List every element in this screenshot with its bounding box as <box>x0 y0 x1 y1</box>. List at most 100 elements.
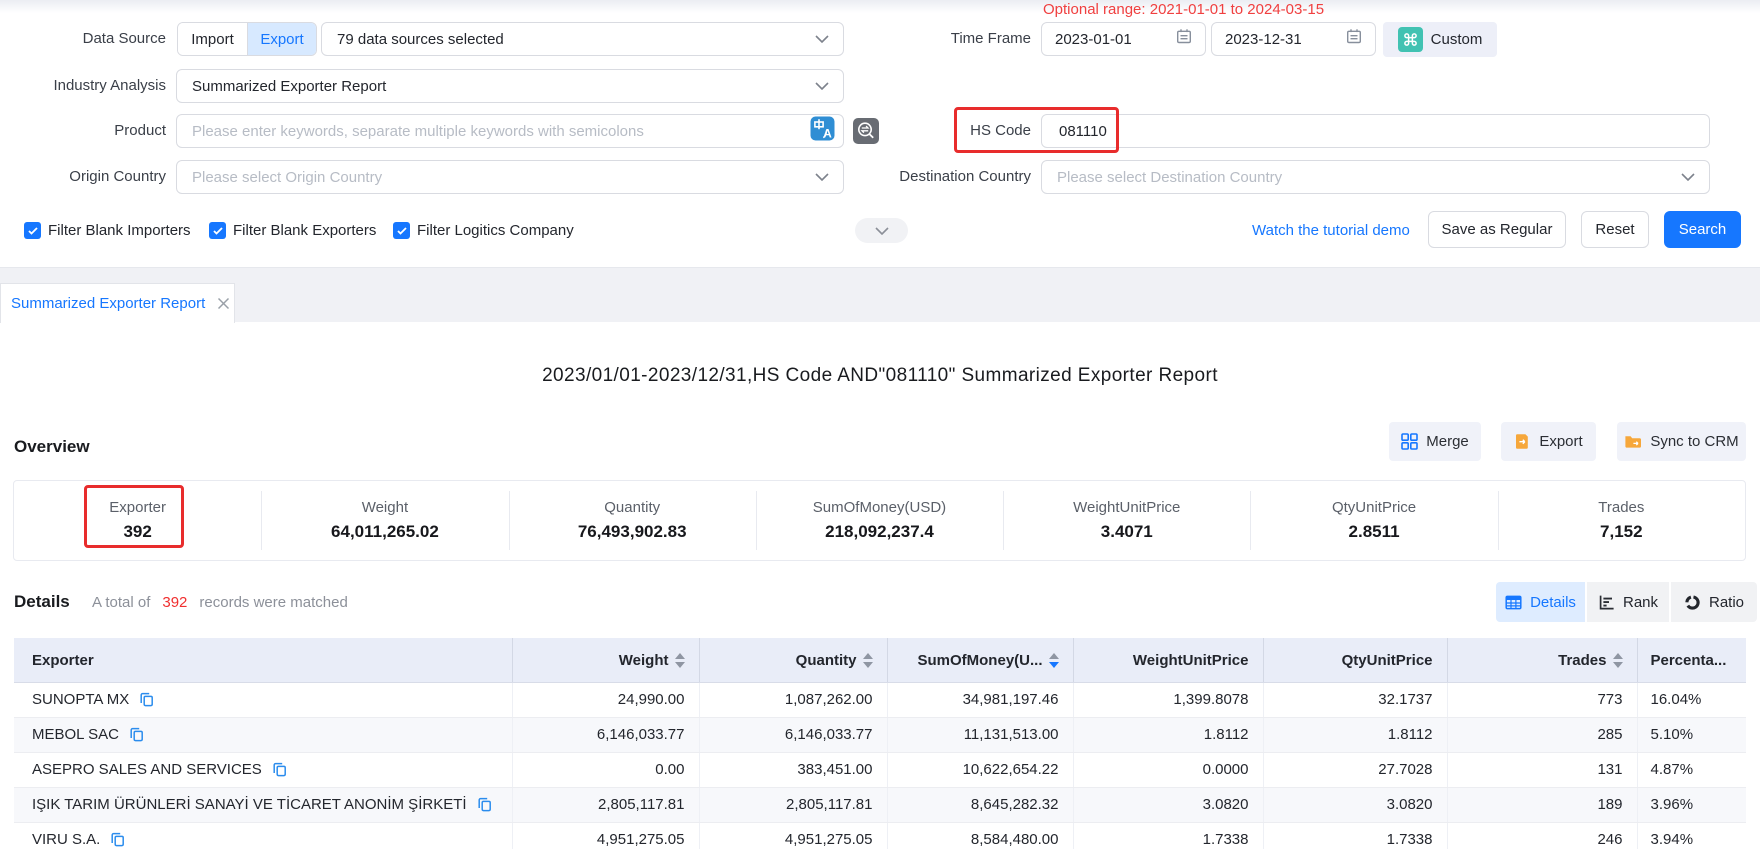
overview-heading: Overview <box>14 437 90 457</box>
import-export-segment: Import Export <box>177 22 317 56</box>
copy-icon[interactable] <box>129 727 144 742</box>
column-header-exporter: Exporter <box>14 638 512 682</box>
stat-quantity: Quantity76,493,902.83 <box>509 481 756 560</box>
sync-to-crm-button[interactable]: Sync to CRM <box>1617 422 1746 461</box>
copy-icon[interactable] <box>110 832 125 847</box>
sort-icon[interactable] <box>1613 653 1623 668</box>
exporter-cell: IŞIK TARIM ÜRÜNLERİ SANAYİ VE TİCARET AN… <box>14 787 512 822</box>
exporter-cell: VIRU S.A. <box>14 822 512 849</box>
stat-value: 76,493,902.83 <box>578 522 687 542</box>
cell-qtyunitprice: 1.8112 <box>1263 717 1447 752</box>
sync-to-crm-label: Sync to CRM <box>1650 433 1738 450</box>
column-header-quantity[interactable]: Quantity <box>699 638 887 682</box>
overview-stats: Exporter392Weight64,011,265.02Quantity76… <box>13 480 1746 561</box>
column-label: Exporter <box>32 652 94 669</box>
copy-icon[interactable] <box>139 692 154 707</box>
search-button[interactable]: Search <box>1664 211 1741 248</box>
column-header-sumofmoney-u[interactable]: SumOfMoney(U... <box>887 638 1073 682</box>
end-date-input[interactable]: 2023-12-31 <box>1211 22 1376 56</box>
stat-weightunitprice: WeightUnitPrice3.4071 <box>1003 481 1250 560</box>
stat-value: 3.4071 <box>1101 522 1153 542</box>
column-header-trades[interactable]: Trades <box>1447 638 1637 682</box>
column-label: Percenta... <box>1651 652 1727 669</box>
merge-button[interactable]: Merge <box>1389 422 1481 461</box>
origin-country-select[interactable]: Please select Origin Country <box>176 160 844 194</box>
reset-button[interactable]: Reset <box>1581 211 1649 248</box>
checkbox-checked-icon <box>209 222 226 239</box>
command-icon <box>1398 27 1423 52</box>
hs-code-input[interactable]: 081110 <box>1041 114 1710 148</box>
column-header-weight[interactable]: Weight <box>512 638 699 682</box>
copy-icon[interactable] <box>272 762 287 777</box>
exporter-name: MEBOL SAC <box>32 726 119 743</box>
product-input[interactable]: Please enter keywords, separate multiple… <box>176 114 844 148</box>
view-rank-button[interactable]: Rank <box>1587 582 1669 622</box>
collapse-filters-button[interactable] <box>855 218 908 243</box>
cell-quantity: 6,146,033.77 <box>699 717 887 752</box>
cell-weight: 0.00 <box>512 752 699 787</box>
custom-button[interactable]: Custom <box>1383 22 1497 57</box>
cell-sumofmoney-u: 11,131,513.00 <box>887 717 1073 752</box>
data-source-label: Data Source <box>0 22 166 56</box>
cell-weight: 24,990.00 <box>512 682 699 717</box>
cell-sumofmoney-u: 8,584,480.00 <box>887 822 1073 849</box>
end-date-value: 2023-12-31 <box>1212 31 1302 48</box>
column-label: SumOfMoney(U... <box>917 652 1042 669</box>
tutorial-link[interactable]: Watch the tutorial demo <box>1252 222 1410 239</box>
import-button[interactable]: Import <box>178 23 247 55</box>
export-button[interactable]: Export <box>247 23 316 55</box>
stat-value: 64,011,265.02 <box>331 522 439 542</box>
save-as-regular-button[interactable]: Save as Regular <box>1428 211 1566 248</box>
column-header-qtyunitprice: QtyUnitPrice <box>1263 638 1447 682</box>
checkbox-filter-logitics-company[interactable]: Filter Logitics Company <box>393 222 574 239</box>
table-row: SUNOPTA MX24,990.001,087,262.0034,981,19… <box>14 682 1746 717</box>
stat-value: 392 <box>123 522 151 542</box>
details-icon <box>1505 594 1522 611</box>
column-header-percenta: Percenta... <box>1637 638 1746 682</box>
hs-code-label: HS Code <box>800 114 1031 148</box>
checkbox-filter-blank-exporters[interactable]: Filter Blank Exporters <box>209 222 376 239</box>
data-sources-value: 79 data sources selected <box>322 31 504 48</box>
copy-icon[interactable] <box>477 797 492 812</box>
close-icon[interactable] <box>217 297 230 310</box>
checkbox-checked-icon <box>24 222 41 239</box>
filter-panel: Optional range: 2021-01-01 to 2024-03-15… <box>0 0 1760 267</box>
industry-analysis-select[interactable]: Summarized Exporter Report <box>176 69 844 103</box>
tab-bar: Summarized Exporter Report <box>0 267 1760 322</box>
stat-label: SumOfMoney(USD) <box>813 499 946 516</box>
table-row: IŞIK TARIM ÜRÜNLERİ SANAYİ VE TİCARET AN… <box>14 787 1746 822</box>
sort-icon[interactable] <box>863 653 873 668</box>
tab-summarized-exporter-report[interactable]: Summarized Exporter Report <box>0 283 235 323</box>
cell-trades: 246 <box>1447 822 1637 849</box>
cell-quantity: 4,951,275.05 <box>699 822 887 849</box>
summary-count: 392 <box>162 594 187 611</box>
cell-percenta: 16.04% <box>1637 682 1746 717</box>
exporter-cell: MEBOL SAC <box>14 717 512 752</box>
sync-crm-icon <box>1624 433 1642 450</box>
start-date-input[interactable]: 2023-01-01 <box>1041 22 1206 56</box>
summary-suffix: records were matched <box>199 594 347 611</box>
column-header-weightunitprice: WeightUnitPrice <box>1073 638 1263 682</box>
exporter-name: IŞIK TARIM ÜRÜNLERİ SANAYİ VE TİCARET AN… <box>32 796 467 813</box>
view-details-button[interactable]: Details <box>1496 582 1585 622</box>
cell-percenta: 4.87% <box>1637 752 1746 787</box>
exporter-cell: SUNOPTA MX <box>14 682 512 717</box>
checkbox-label: Filter Blank Importers <box>48 222 191 239</box>
column-label: WeightUnitPrice <box>1133 652 1249 669</box>
sort-icon[interactable] <box>1049 653 1059 668</box>
ratio-icon <box>1684 594 1701 611</box>
view-ratio-button[interactable]: Ratio <box>1671 582 1757 622</box>
merge-icon <box>1401 433 1418 450</box>
data-sources-select[interactable]: 79 data sources selected <box>321 22 844 56</box>
cell-weightunitprice: 1.8112 <box>1073 717 1263 752</box>
origin-country-placeholder: Please select Origin Country <box>177 169 382 186</box>
destination-country-label: Destination Country <box>800 160 1031 194</box>
destination-country-select[interactable]: Please select Destination Country <box>1041 160 1710 194</box>
export-button[interactable]: Export <box>1501 422 1596 461</box>
details-heading: Details <box>14 592 70 612</box>
summary-prefix: A total of <box>92 594 150 611</box>
checkbox-filter-blank-importers[interactable]: Filter Blank Importers <box>24 222 191 239</box>
stat-value: 7,152 <box>1600 522 1643 542</box>
sort-icon[interactable] <box>675 653 685 668</box>
cell-weight: 2,805,117.81 <box>512 787 699 822</box>
